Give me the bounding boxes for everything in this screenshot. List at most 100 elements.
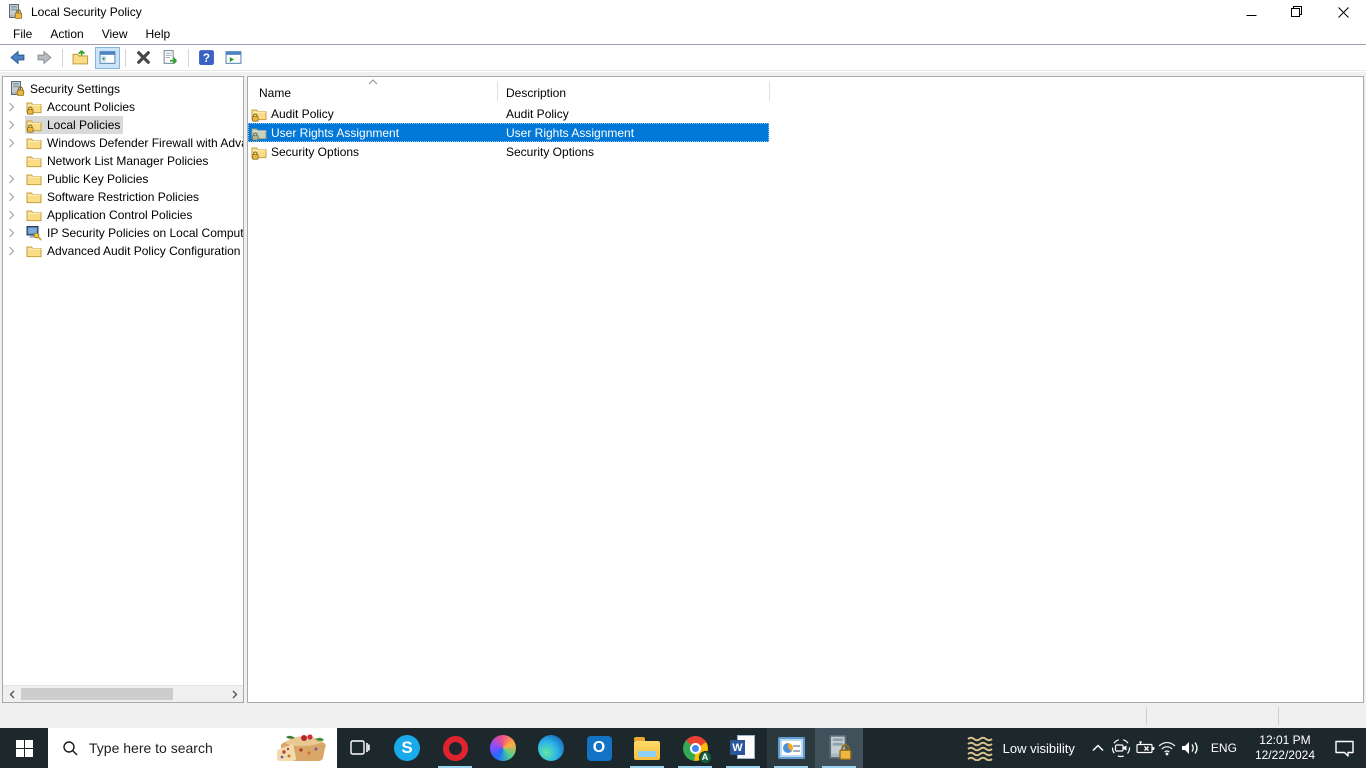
start-button[interactable] (0, 728, 48, 768)
tree-item-ip-security-policies[interactable]: IP Security Policies on Local Compute (3, 224, 243, 242)
export-list-button[interactable] (158, 47, 183, 69)
chevron-up-icon (1092, 744, 1104, 752)
folder-icon (26, 171, 42, 187)
tree-item-application-control-policies[interactable]: Application Control Policies (3, 206, 243, 224)
show-hide-action-pane-button[interactable] (221, 47, 246, 69)
chevron-placeholder (8, 156, 25, 166)
clock[interactable]: 12:01 PM 12/22/2024 (1246, 733, 1324, 763)
menu-action[interactable]: Action (41, 25, 92, 43)
action-center-button[interactable] (1324, 728, 1364, 768)
list-item-security-options[interactable]: Security Options Security Options (248, 142, 769, 161)
chevron-right-icon[interactable] (8, 246, 25, 256)
tree-root-security-settings[interactable]: Security Settings (3, 80, 243, 98)
toolbar-separator (188, 48, 189, 67)
scrollbar-track[interactable] (20, 686, 226, 702)
tree-item-public-key-policies[interactable]: Public Key Policies (3, 170, 243, 188)
show-hide-console-tree-button[interactable] (95, 46, 120, 69)
opera-icon (442, 735, 468, 761)
copilot-icon (490, 735, 516, 761)
tree-item-local-policies[interactable]: Local Policies (3, 116, 243, 134)
horizontal-scrollbar[interactable] (3, 685, 243, 702)
back-button[interactable] (5, 47, 30, 69)
column-header-name[interactable]: Name (248, 86, 497, 100)
restore-button[interactable] (1274, 0, 1320, 24)
taskbar-outlook-button[interactable]: O (575, 728, 623, 768)
menu-file[interactable]: File (4, 25, 41, 43)
chevron-right-icon[interactable] (8, 174, 25, 184)
chevron-right-icon[interactable] (8, 228, 25, 238)
scroll-right-button[interactable] (226, 686, 243, 702)
scrollbar-thumb[interactable] (21, 688, 173, 700)
server-lock-icon (9, 81, 25, 97)
chevron-right-icon[interactable] (8, 102, 25, 112)
forward-button[interactable] (32, 47, 57, 69)
monitor-key-icon (26, 225, 42, 241)
help-button[interactable] (194, 47, 219, 69)
volume-button[interactable] (1179, 728, 1202, 768)
list-item-audit-policy[interactable]: Audit Policy Audit Policy (248, 104, 769, 123)
taskbar-search-input[interactable]: Type here to search (48, 728, 337, 768)
fruitcake-image[interactable] (271, 730, 333, 766)
hidden-icons-button[interactable] (1087, 728, 1110, 768)
tree-item-windows-defender-firewall[interactable]: Windows Defender Firewall with Adva (3, 134, 243, 152)
taskbar-opera-button[interactable] (431, 728, 479, 768)
folder-icon (26, 135, 42, 151)
mmc-console-icon (777, 737, 805, 759)
tree-item-network-list-manager[interactable]: Network List Manager Policies (3, 152, 243, 170)
delete-button[interactable] (131, 47, 156, 69)
console-workspace: Security Settings Account Policies Local… (0, 72, 1366, 704)
folder-lock-icon (26, 117, 42, 133)
chevron-right-icon[interactable] (8, 138, 25, 148)
minimize-button[interactable] (1228, 0, 1274, 24)
taskbar-mmc-console-button[interactable] (767, 728, 815, 768)
battery-status-button[interactable] (1133, 728, 1156, 768)
menu-help[interactable]: Help (137, 25, 180, 43)
results-pane: Name Description Audit Policy Audit Poli… (247, 76, 1364, 703)
folder-lock-icon (251, 106, 267, 122)
taskbar-file-explorer-button[interactable] (623, 728, 671, 768)
taskbar-copilot-button[interactable] (479, 728, 527, 768)
language-indicator[interactable]: ENG (1202, 741, 1246, 755)
menu-view[interactable]: View (93, 25, 137, 43)
close-button[interactable] (1320, 0, 1366, 24)
chevron-right-icon[interactable] (8, 210, 25, 220)
export-folder-up-button[interactable] (68, 47, 93, 69)
column-divider[interactable] (769, 81, 770, 101)
scroll-left-button[interactable] (3, 686, 20, 702)
task-view-button[interactable] (337, 728, 383, 768)
edge-icon (538, 735, 564, 761)
folder-lock-icon (251, 125, 267, 141)
taskbar-word-button[interactable]: W (719, 728, 767, 768)
chevron-right-icon[interactable] (8, 120, 25, 130)
tree-item-advanced-audit-policy[interactable]: Advanced Audit Policy Configuration (3, 242, 243, 260)
taskbar: Type here to search S O A W Low visibili… (0, 728, 1366, 768)
search-placeholder: Type here to search (89, 740, 213, 756)
column-divider[interactable] (497, 81, 498, 101)
weather-widget[interactable]: Low visibility (954, 728, 1087, 768)
folder-icon (26, 207, 42, 223)
volume-icon (1182, 742, 1199, 754)
taskbar-local-security-policy-button[interactable] (815, 728, 863, 768)
outlook-icon: O (586, 735, 612, 761)
folder-lock-icon (26, 99, 42, 115)
taskbar-skype-button[interactable]: S (383, 728, 431, 768)
selected-tree-item[interactable]: Local Policies (25, 116, 124, 134)
word-icon: W (730, 735, 756, 761)
list-item-user-rights-assignment[interactable]: User Rights Assignment User Rights Assig… (248, 123, 769, 142)
taskbar-chrome-button[interactable]: A (671, 728, 719, 768)
network-button[interactable] (1156, 728, 1179, 768)
server-lock-icon (826, 735, 853, 762)
window-title: Local Security Policy (31, 5, 142, 19)
column-header-description[interactable]: Description (497, 86, 566, 100)
chrome-icon: A (682, 735, 712, 764)
menu-bar: File Action View Help (0, 24, 1366, 44)
taskbar-edge-button[interactable] (527, 728, 575, 768)
tree-item-software-restriction-policies[interactable]: Software Restriction Policies (3, 188, 243, 206)
console-tree-pane: Security Settings Account Policies Local… (2, 76, 244, 703)
clock-time: 12:01 PM (1259, 733, 1311, 747)
toolbar-separator (125, 48, 126, 67)
tree-item-account-policies[interactable]: Account Policies (3, 98, 243, 116)
chevron-right-icon[interactable] (8, 192, 25, 202)
chrome-profile-badge: A (698, 750, 712, 764)
meet-now-button[interactable] (1110, 728, 1133, 768)
